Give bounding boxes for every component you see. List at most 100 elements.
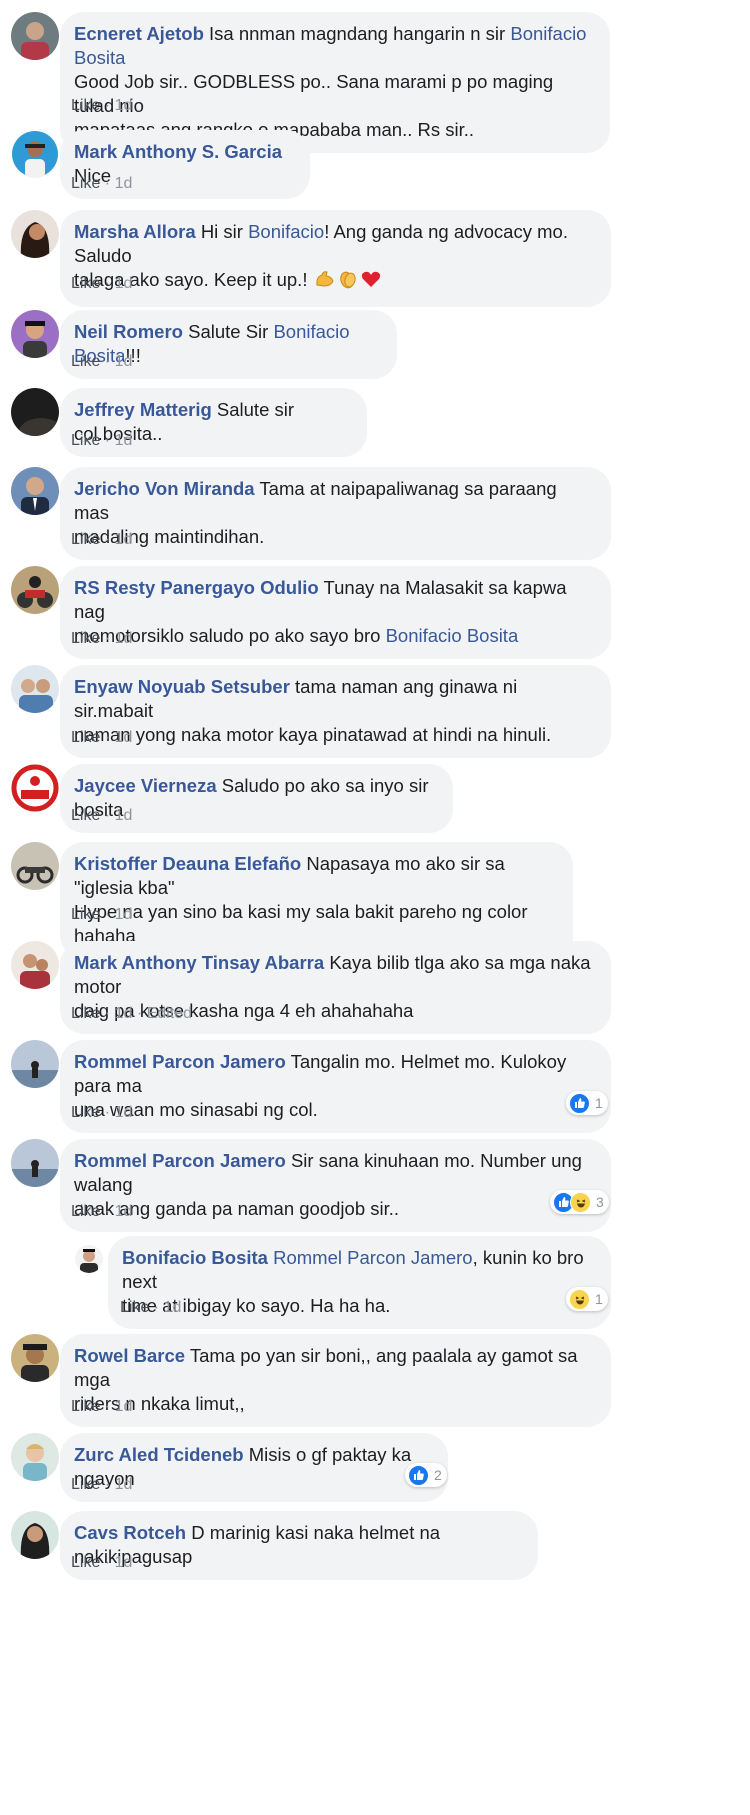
timestamp[interactable]: 1d <box>115 1104 133 1121</box>
mention-link[interactable]: Bonifacio <box>248 221 324 242</box>
avatar[interactable] <box>11 310 59 358</box>
comment-text: Salute Sir <box>188 321 274 342</box>
like-link[interactable]: Like <box>71 531 100 548</box>
avatar[interactable] <box>11 764 59 812</box>
comment-author[interactable]: RS Resty Panergayo Odulio <box>74 577 319 598</box>
timestamp[interactable]: 1d <box>115 1005 133 1022</box>
comment-author[interactable]: Mark Anthony S. Garcia <box>74 141 282 162</box>
like-link[interactable]: Like <box>71 1104 100 1121</box>
comment-author[interactable]: Rommel Parcon Jamero <box>74 1051 286 1072</box>
timestamp[interactable]: 1d <box>115 807 133 824</box>
comment-author[interactable]: Neil Romero <box>74 321 183 342</box>
comment-meta: Like · 1d <box>71 1554 133 1571</box>
comment-author[interactable]: Enyaw Noyuab Setsuber <box>74 676 290 697</box>
like-link[interactable]: Like <box>71 1203 100 1220</box>
like-link[interactable]: Like <box>71 275 100 292</box>
reaction-summary[interactable]: 1 <box>566 1287 608 1311</box>
timestamp[interactable]: 1d <box>115 630 133 647</box>
comment-author[interactable]: Jeffrey Matterig <box>74 399 212 420</box>
comment-text: Isa nnman magndang hangarin n sir <box>209 23 511 44</box>
comment-bubble: Rommel Parcon Jamero Sir sana kinuhaan m… <box>60 1139 611 1232</box>
mention-link[interactable]: Bonifacio Bosita <box>386 625 519 646</box>
comment-meta: Like · 1d <box>71 807 133 824</box>
edited-label[interactable]: Edited <box>147 1005 192 1022</box>
comment-meta: Like · 1d <box>71 432 133 449</box>
comment-author[interactable]: Ecneret Ajetob <box>74 23 204 44</box>
comment-author[interactable]: Kristoffer Deauna Elefaño <box>74 853 301 874</box>
reaction-summary[interactable]: 1 <box>566 1091 608 1115</box>
comment-meta: Like · 1d <box>71 1104 133 1121</box>
reaction-summary[interactable]: 3 <box>550 1190 609 1214</box>
timestamp[interactable]: 1d <box>115 97 133 114</box>
avatar[interactable] <box>11 842 59 890</box>
timestamp[interactable]: 1d <box>115 1203 133 1220</box>
like-link[interactable]: Like <box>71 97 100 114</box>
timestamp[interactable]: 1d <box>115 906 133 923</box>
comment-meta: Like · 1d <box>120 1299 182 1316</box>
avatar[interactable] <box>11 665 59 713</box>
comment-bubble: Marsha Allora Hi sir Bonifacio! Ang gand… <box>60 210 611 307</box>
avatar[interactable] <box>11 1334 59 1382</box>
like-link[interactable]: Like <box>71 807 100 824</box>
comment-bubble: Bonifacio Bosita Rommel Parcon Jamero, k… <box>108 1236 611 1329</box>
avatar[interactable] <box>11 1139 59 1187</box>
comment-author[interactable]: Marsha Allora <box>74 221 196 242</box>
timestamp[interactable]: 1d <box>115 531 133 548</box>
avatar[interactable] <box>11 566 59 614</box>
like-link[interactable]: Like <box>71 1398 100 1415</box>
comment-meta: Like · 1d · Edited <box>71 1005 192 1022</box>
comment-meta: Like · 1d <box>71 630 133 647</box>
like-link[interactable]: Like <box>71 1554 100 1571</box>
timestamp[interactable]: 1d <box>115 353 133 370</box>
reaction-summary[interactable]: 2 <box>405 1463 447 1487</box>
timestamp[interactable]: 1d <box>115 175 133 192</box>
comment-author[interactable]: Cavs Rotceh <box>74 1522 186 1543</box>
comment-author[interactable]: Zurc Aled Tcideneb <box>74 1444 244 1465</box>
comment-bubble: Jericho Von Miranda Tama at naipapaliwan… <box>60 467 611 560</box>
comment-meta: Like · 1d <box>71 1476 133 1493</box>
timestamp[interactable]: 1d <box>115 729 133 746</box>
mention-link[interactable]: Rommel Parcon Jamero <box>273 1247 472 1268</box>
comment-author[interactable]: Mark Anthony Tinsay Abarra <box>74 952 324 973</box>
like-link[interactable]: Like <box>71 175 100 192</box>
avatar[interactable] <box>11 1040 59 1088</box>
like-link[interactable]: Like <box>120 1299 149 1316</box>
avatar[interactable] <box>11 210 59 258</box>
like-link[interactable]: Like <box>71 729 100 746</box>
like-reaction-icon <box>408 1464 429 1486</box>
reaction-count: 1 <box>595 1095 603 1111</box>
flexed-biceps-icon <box>314 268 336 296</box>
comment-meta: Like · 1d <box>71 97 133 114</box>
comment-meta: Like · 1d <box>71 353 133 370</box>
avatar[interactable] <box>11 12 59 60</box>
like-link[interactable]: Like <box>71 432 100 449</box>
timestamp[interactable]: 1d <box>115 1398 133 1415</box>
comment-text: naman yong naka motor kaya pinatawad at … <box>74 724 552 745</box>
comment-author[interactable]: Jaycee Vierneza <box>74 775 217 796</box>
timestamp[interactable]: 1d <box>164 1299 182 1316</box>
avatar[interactable] <box>11 388 59 436</box>
comment-meta: Like · 1d <box>71 175 133 192</box>
timestamp[interactable]: 1d <box>115 1476 133 1493</box>
avatar[interactable] <box>11 467 59 515</box>
like-link[interactable]: Like <box>71 1005 100 1022</box>
avatar[interactable] <box>11 941 59 989</box>
comment-meta: Like · 1d <box>71 531 133 548</box>
comment-author[interactable]: Rommel Parcon Jamero <box>74 1150 286 1171</box>
avatar[interactable] <box>11 1433 59 1481</box>
like-link[interactable]: Like <box>71 1476 100 1493</box>
avatar[interactable] <box>11 1511 59 1559</box>
like-link[interactable]: Like <box>71 906 100 923</box>
avatar[interactable] <box>75 1245 103 1273</box>
like-link[interactable]: Like <box>71 630 100 647</box>
comment-author[interactable]: Bonifacio Bosita <box>122 1247 268 1268</box>
timestamp[interactable]: 1d <box>115 1554 133 1571</box>
comment-author[interactable]: Rowel Barce <box>74 1345 185 1366</box>
avatar[interactable] <box>11 130 59 178</box>
like-link[interactable]: Like <box>71 353 100 370</box>
timestamp[interactable]: 1d <box>115 275 133 292</box>
timestamp[interactable]: 1d <box>115 432 133 449</box>
comment-text: Hi sir <box>200 221 249 242</box>
comment-text: Good Job sir.. GODBLESS po.. Sana marami… <box>74 71 554 116</box>
comment-author[interactable]: Jericho Von Miranda <box>74 478 255 499</box>
